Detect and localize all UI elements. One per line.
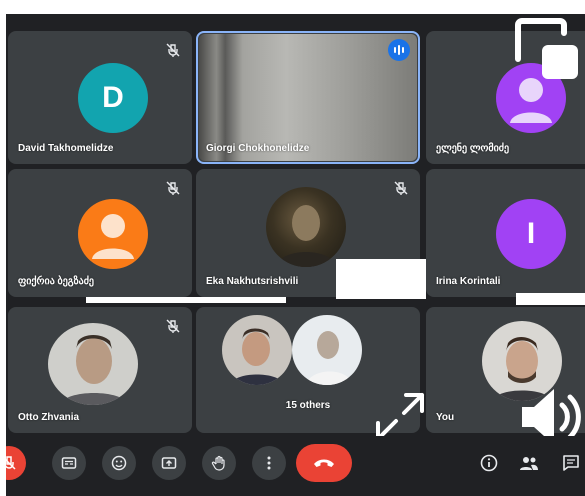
image-artifact	[6, 11, 585, 14]
present-icon	[161, 457, 177, 469]
people-button[interactable]	[516, 450, 542, 476]
speaking-indicator-icon	[388, 39, 410, 61]
raise-hand-button[interactable]	[202, 446, 236, 480]
participant-name: Eka Nakhutsrishvili	[206, 276, 299, 287]
participant-photo	[222, 315, 292, 385]
captions-icon	[61, 457, 77, 469]
mic-off-icon	[394, 181, 408, 195]
participant-video	[199, 34, 417, 161]
image-artifact	[516, 293, 585, 305]
hand-icon	[211, 455, 225, 471]
meeting-details-button[interactable]	[476, 450, 502, 476]
participant-tile[interactable]: Otto Zhvania	[8, 307, 192, 433]
captions-button[interactable]	[52, 446, 86, 480]
participant-tile[interactable]: ფიქრია ბეგზაძე	[8, 169, 192, 297]
people-icon	[520, 457, 538, 470]
hang-up-icon	[314, 459, 334, 467]
avatar: D	[78, 63, 148, 133]
chat-button[interactable]	[558, 450, 584, 476]
participant-name: You	[436, 412, 455, 423]
avatar	[78, 199, 148, 269]
mic-off-icon	[166, 181, 180, 195]
call-toolbar	[6, 436, 585, 496]
participant-name: David Takhomelidze	[18, 143, 114, 154]
participant-grid: D David Takhomelidze Giorgi Chokhonelidz…	[6, 11, 585, 436]
participant-name: ელენე ლომიძე	[436, 143, 510, 154]
participant-name: Giorgi Chokhonelidze	[206, 143, 310, 154]
participant-photo	[292, 315, 362, 385]
more-options-button[interactable]	[252, 446, 286, 480]
participant-photo	[266, 187, 346, 267]
participant-tile[interactable]: Giorgi Chokhonelidze	[196, 31, 420, 164]
participant-name: ფიქრია ბეგზაძე	[18, 276, 94, 287]
participant-name: Otto Zhvania	[18, 412, 80, 423]
participant-photo	[48, 323, 138, 405]
avatar: I	[496, 199, 566, 269]
mic-off-button[interactable]	[6, 446, 26, 480]
emoji-icon	[111, 455, 127, 471]
picture-in-picture-icon[interactable]	[512, 15, 582, 85]
participant-tile[interactable]: D David Takhomelidze	[8, 31, 192, 164]
info-icon	[480, 454, 498, 472]
meeting-stage: D David Takhomelidze Giorgi Chokhonelidz…	[6, 11, 585, 496]
participant-tile[interactable]: I Irina Korintali	[426, 169, 585, 297]
image-artifact	[336, 259, 426, 299]
mic-off-icon	[6, 456, 16, 470]
reactions-button[interactable]	[102, 446, 136, 480]
mic-off-icon	[166, 43, 180, 57]
participant-name: Irina Korintali	[436, 276, 501, 287]
image-artifact	[86, 297, 286, 303]
more-vert-icon	[267, 456, 271, 470]
leave-call-button[interactable]	[296, 444, 352, 482]
mic-off-icon	[166, 319, 180, 333]
chat-icon	[563, 455, 579, 471]
present-button[interactable]	[152, 446, 186, 480]
